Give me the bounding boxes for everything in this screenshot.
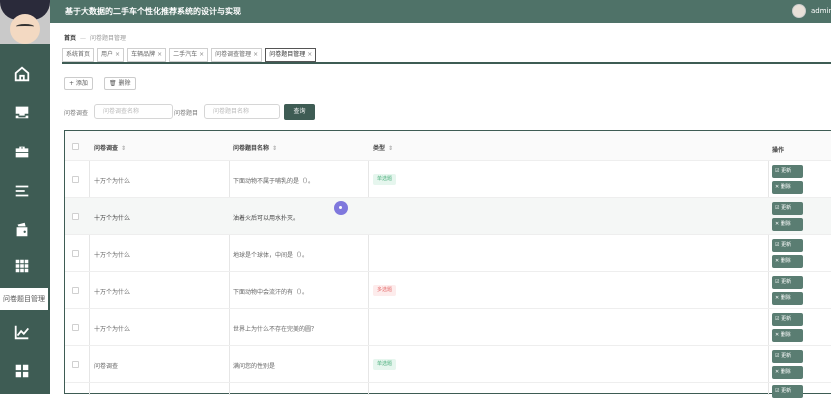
column-header-type[interactable]: 类型 ⇕ <box>373 143 393 152</box>
breadcrumb-current: 问卷题目管理 <box>90 35 127 42</box>
column-header-actions: 操作 <box>772 147 785 154</box>
app-title: 基于大数据的二手车个性化推荐系统的设计与实现 <box>65 7 241 16</box>
survey-search-input[interactable]: 问卷调查名称 <box>94 104 173 119</box>
update-button[interactable]: ☑ 更新 <box>772 276 803 289</box>
breadcrumb: 首页 — 问卷题目管理 <box>64 35 127 42</box>
apps-icon[interactable] <box>12 361 32 381</box>
update-button[interactable]: ☑ 更新 <box>772 350 803 363</box>
tab-users[interactable]: 用户 × <box>97 48 125 62</box>
question-cell: 世界上为什么不存在完美的圆？ <box>233 326 318 333</box>
delete-button[interactable]: ✕ 删除 <box>772 366 803 379</box>
home-icon[interactable] <box>12 64 32 84</box>
update-button[interactable]: ☑ 更新 <box>772 385 803 398</box>
update-button[interactable]: ☑ 更新 <box>772 313 803 326</box>
question-table: 问卷调查 ⇕ 问卷题目名称 ⇕ 类型 ⇕ 操作 十万个为什么 下面动物不属于哺乳的是（… <box>64 130 831 398</box>
tab-home[interactable]: 系统首页 <box>62 48 95 62</box>
delete-button[interactable]: ✕ 删除 <box>772 292 803 305</box>
row-checkbox[interactable] <box>72 250 79 257</box>
select-all-checkbox[interactable] <box>72 143 79 150</box>
survey-cell: 十万个为什么 <box>94 289 131 296</box>
question-cell: 地球是个球体，中间是（）。 <box>233 252 309 259</box>
bulk-delete-button[interactable]: 🗑 删除 <box>104 77 136 90</box>
delete-button[interactable]: ✕ 删除 <box>772 218 803 231</box>
question-cell: 满问您的性别是 <box>233 363 276 370</box>
search-button[interactable]: 查询 <box>284 104 315 120</box>
sidebar-tooltip: 问卷题目管理 <box>0 288 48 310</box>
column-header-question[interactable]: 问卷题目名称 ⇕ <box>233 143 277 152</box>
sidebar <box>0 0 50 394</box>
table-row: 十万个为什么 下面动物不属于哺乳的是（）。 单选题 ☑ 更新 ✕ 删除 <box>65 161 831 198</box>
table-row: ☑ 更新 <box>65 383 831 420</box>
briefcase-icon[interactable] <box>12 142 32 162</box>
sidebar-avatar <box>0 0 50 44</box>
tab-question-management[interactable]: 问卷题目管理 × <box>265 48 317 62</box>
survey-cell: 问卷调查 <box>94 363 119 370</box>
survey-cell: 十万个为什么 <box>94 252 131 259</box>
survey-cell: 十万个为什么 <box>94 215 131 222</box>
close-icon[interactable]: × <box>115 51 120 58</box>
type-tag: 多选题 <box>373 285 397 296</box>
inbox-icon[interactable] <box>12 102 32 122</box>
user-avatar[interactable] <box>792 4 806 18</box>
table-row: 十万个为什么 下面动物中会流汗的有（）。 多选题 ☑ 更新 ✕ 删除 <box>65 272 831 309</box>
survey-cell: 十万个为什么 <box>94 178 131 185</box>
close-icon[interactable]: × <box>157 51 162 58</box>
tab-used-cars[interactable]: 二手汽车 × <box>169 48 209 62</box>
table-row: 十万个为什么 世界上为什么不存在完美的圆？ ☑ 更新 ✕ 删除 <box>65 309 831 346</box>
add-button[interactable]: + 添加 <box>64 77 93 90</box>
delete-button[interactable]: ✕ 删除 <box>772 181 803 194</box>
tab-bar: 系统首页 用户 × 车辆品牌 × 二手汽车 × 问卷调查管理 × 问卷题目管理 × <box>62 48 317 62</box>
close-icon[interactable]: × <box>199 51 204 58</box>
question-cell: 油着火后可以用水扑灭。 <box>233 215 300 222</box>
mouse-cursor-indicator <box>334 201 348 215</box>
question-filter-label: 问卷题目 <box>174 110 199 117</box>
list-icon[interactable] <box>12 181 32 201</box>
column-header-survey[interactable]: 问卷调查 ⇕ <box>94 143 126 152</box>
row-checkbox[interactable] <box>72 361 79 368</box>
delete-button[interactable]: ✕ 删除 <box>772 255 803 268</box>
update-button[interactable]: ☑ 更新 <box>772 239 803 252</box>
tab-survey-management[interactable]: 问卷调查管理 × <box>211 48 263 62</box>
survey-filter-label: 问卷调查 <box>64 110 89 117</box>
table-row: 问卷调查 满问您的性别是 单选题 ☑ 更新 ✕ 删除 <box>65 346 831 383</box>
close-icon[interactable]: × <box>253 51 258 58</box>
update-button[interactable]: ☑ 更新 <box>772 202 803 215</box>
type-tag: 单选题 <box>373 359 397 370</box>
table-row: 十万个为什么 地球是个球体，中间是（）。 ☑ 更新 ✕ 删除 <box>65 235 831 272</box>
breadcrumb-home[interactable]: 首页 <box>64 35 76 42</box>
delete-button[interactable]: ✕ 删除 <box>772 329 803 342</box>
close-icon[interactable]: × <box>307 51 312 58</box>
row-checkbox[interactable] <box>72 176 79 183</box>
chart-icon[interactable] <box>12 322 32 342</box>
top-bar: 基于大数据的二手车个性化推荐系统的设计与实现 admin <box>50 0 831 23</box>
row-checkbox[interactable] <box>72 213 79 220</box>
table-row: 十万个为什么 油着火后可以用水扑灭。 ☑ 更新 ✕ 删除 <box>65 198 831 235</box>
row-checkbox[interactable] <box>72 287 79 294</box>
row-checkbox[interactable] <box>72 324 79 331</box>
tab-underline <box>62 62 831 64</box>
question-search-input[interactable]: 问卷题目名称 <box>204 104 280 119</box>
type-tag: 单选题 <box>373 174 397 185</box>
tab-car-brands[interactable]: 车辆品牌 × <box>127 48 167 62</box>
wallet-icon[interactable] <box>12 220 32 240</box>
survey-cell: 十万个为什么 <box>94 326 131 333</box>
username[interactable]: admin <box>811 7 831 15</box>
question-cell: 下面动物中会流汗的有（）。 <box>233 289 309 296</box>
grid-icon[interactable] <box>12 256 32 276</box>
table-header: 问卷调查 ⇕ 问卷题目名称 ⇕ 类型 ⇕ 操作 <box>65 131 831 161</box>
update-button[interactable]: ☑ 更新 <box>772 165 803 178</box>
question-cell: 下面动物不属于哺乳的是（）。 <box>233 178 315 185</box>
